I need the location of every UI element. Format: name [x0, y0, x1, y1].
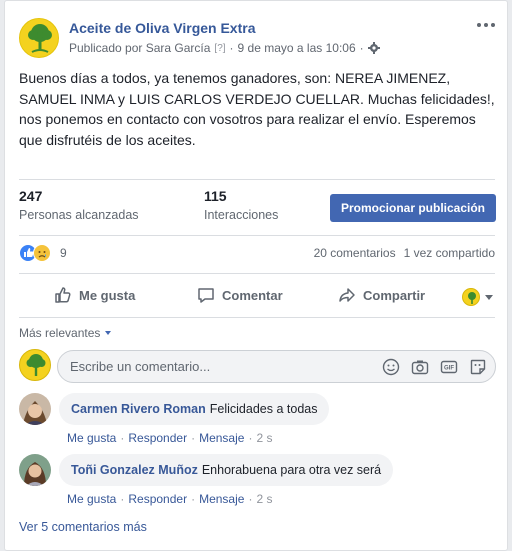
comment-reply-link[interactable]: Responder [128, 492, 187, 506]
avatar[interactable] [19, 393, 51, 425]
meta-separator: · [229, 41, 234, 55]
divider [19, 273, 495, 274]
comment-button[interactable]: Comentar [196, 285, 283, 305]
audience-selector[interactable] [462, 288, 493, 306]
more-options-icon[interactable] [477, 18, 495, 32]
share-count[interactable]: 1 vez compartido [404, 246, 495, 260]
sort-label: Más relevantes [19, 326, 101, 340]
divider [19, 317, 495, 318]
comment-like-link[interactable]: Me gusta [67, 492, 116, 506]
comment-author[interactable]: Carmen Rivero Roman [71, 402, 206, 416]
interactions-insight[interactable]: 115 Interacciones [204, 188, 278, 222]
avatar[interactable] [19, 454, 51, 486]
reaction-icons[interactable] [19, 244, 51, 262]
comment-sort-dropdown[interactable]: Más relevantes [19, 326, 112, 340]
share-icon [339, 288, 355, 302]
like-label: Me gusta [79, 287, 136, 303]
comment-like-link[interactable]: Me gusta [67, 431, 116, 445]
post-date[interactable]: 9 de mayo a las 10:06 [238, 41, 356, 55]
post-meta: Publicado por Sara García [?] · 9 de may… [69, 41, 380, 55]
like-button[interactable]: Me gusta [53, 285, 135, 305]
chevron-down-icon [105, 331, 112, 335]
comment-input-icons: GIF [382, 358, 487, 376]
olive-tree-logo-icon [26, 354, 46, 376]
sticker-icon[interactable] [469, 358, 487, 376]
comment-bubble: Toñi Gonzalez Muñoz Enhorabuena para otr… [59, 454, 394, 486]
help-mark[interactable]: [?] [214, 43, 225, 54]
view-more-comments-link[interactable]: Ver 5 comentarios más [19, 520, 147, 534]
comment-input-placeholder: Escribe un comentario... [70, 359, 211, 374]
chevron-down-icon [485, 294, 493, 300]
page-avatar[interactable] [19, 18, 59, 58]
comment-message-link[interactable]: Mensaje [199, 431, 244, 445]
comment-actions: Me gusta · Responder · Mensaje · 2 s [67, 492, 273, 506]
interactions-label: Interacciones [204, 208, 279, 222]
reach-insight[interactable]: 247 Personas alcanzadas [19, 188, 139, 222]
comment-author[interactable]: Toñi Gonzalez Muñoz [71, 463, 198, 477]
divider [19, 179, 495, 180]
avatar [19, 349, 51, 381]
comment-label: Comentar [222, 287, 283, 303]
gif-icon[interactable]: GIF [440, 358, 458, 376]
reaction-count[interactable]: 9 [60, 246, 67, 260]
comment-time[interactable]: 2 s [256, 492, 272, 506]
emoji-icon[interactable] [382, 358, 400, 376]
post-text: Buenos días a todos, ya tenemos ganadore… [19, 70, 495, 148]
reach-label: Personas alcanzadas [19, 208, 139, 222]
reactions-row: 9 20 comentarios 1 vez compartido [19, 244, 495, 264]
divider [19, 235, 495, 236]
comment-text: Felicidades a todas [209, 402, 318, 416]
reach-value: 247 [19, 188, 43, 204]
comment-input[interactable]: Escribe un comentario... GIF [57, 350, 496, 383]
comment-bubble: Carmen Rivero Roman Felicidades a todas [59, 393, 330, 425]
engagement-counts: 20 comentarios 1 vez compartido [314, 246, 495, 260]
meta-separator: · [359, 41, 364, 55]
promote-post-button[interactable]: Promocionar publicación [330, 194, 496, 222]
svg-text:GIF: GIF [444, 366, 454, 372]
interactions-value: 115 [204, 188, 227, 204]
post-header: Aceite de Oliva Virgen Extra Publicado p… [19, 16, 495, 60]
comment-icon [198, 288, 214, 303]
olive-tree-logo-icon [28, 24, 52, 53]
action-bar: Me gusta Comentar Compartir [19, 275, 495, 315]
comment-time[interactable]: 2 s [256, 431, 272, 445]
published-by[interactable]: Publicado por Sara García [69, 41, 210, 55]
page-avatar-small [462, 288, 480, 306]
camera-icon[interactable] [411, 358, 429, 376]
comment-message-link[interactable]: Mensaje [199, 492, 244, 506]
share-button[interactable]: Compartir [337, 285, 425, 305]
comment-text: Enhorabuena para otra vez será [201, 463, 382, 477]
post-card: Aceite de Oliva Virgen Extra Publicado p… [4, 0, 508, 551]
sad-icon [33, 244, 51, 262]
gear-icon[interactable] [367, 42, 380, 54]
share-label: Compartir [363, 287, 426, 303]
thumbs-up-icon [55, 287, 71, 303]
comment-reply-link[interactable]: Responder [128, 431, 187, 445]
page-name[interactable]: Aceite de Oliva Virgen Extra [69, 20, 256, 36]
comment-actions: Me gusta · Responder · Mensaje · 2 s [67, 431, 273, 445]
comment-count[interactable]: 20 comentarios [314, 246, 396, 260]
